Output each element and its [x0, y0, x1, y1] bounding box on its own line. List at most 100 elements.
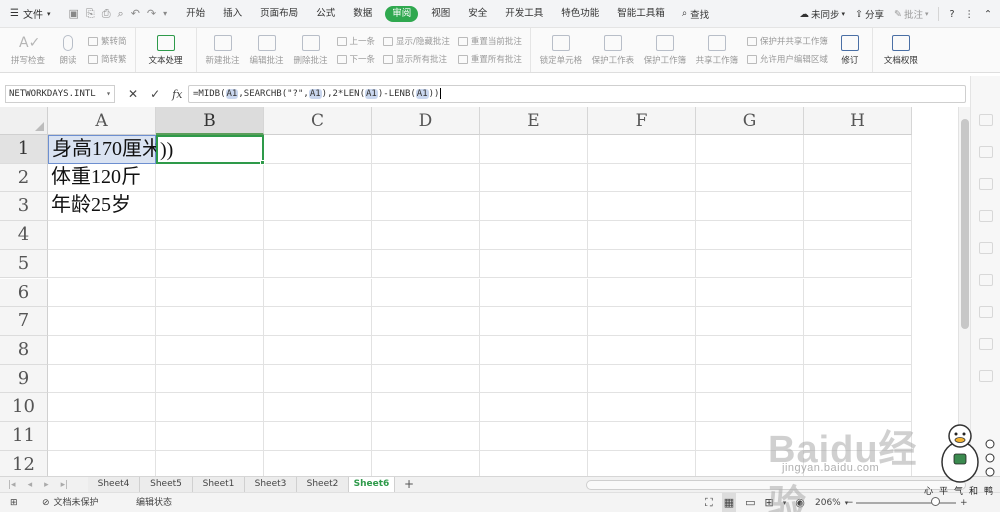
collapse-ribbon-icon[interactable]: ⌃ — [984, 9, 992, 20]
cell-f11[interactable] — [588, 422, 696, 451]
print-preview-icon[interactable]: ⌕ — [118, 7, 124, 21]
column-header[interactable]: H — [804, 107, 912, 135]
cell-e11[interactable] — [480, 422, 588, 451]
side-tool-icon[interactable] — [979, 274, 993, 286]
cell-c3[interactable] — [264, 192, 372, 222]
cell-a3[interactable]: 年龄25岁 — [48, 192, 156, 222]
name-box[interactable]: NETWORKDAYS.INTL ▾ — [5, 85, 115, 103]
cell-h9[interactable] — [804, 364, 912, 394]
cell-f9[interactable] — [588, 364, 696, 394]
undo-icon[interactable]: ↶ — [131, 7, 140, 20]
macro-button[interactable]: ⊞ — [10, 493, 18, 512]
row-header[interactable]: 4 — [0, 221, 48, 250]
sheet-tab[interactable]: Sheet3 — [245, 477, 297, 493]
cell-b3[interactable] — [156, 192, 264, 222]
cell-c9[interactable] — [264, 364, 372, 394]
cell-h6[interactable] — [804, 278, 912, 308]
vertical-scroll-thumb[interactable] — [961, 119, 969, 329]
simp-to-trad-button[interactable]: 简转繁 — [88, 53, 127, 65]
cell-a2[interactable]: 体重120斤 — [48, 163, 156, 193]
zoom-level[interactable]: 206% ▾ — [815, 493, 848, 512]
cell-a10[interactable] — [48, 393, 156, 422]
cell-b1[interactable]: )) — [156, 135, 264, 164]
page-break-icon[interactable]: ⊞ — [765, 493, 774, 512]
cell-d2[interactable] — [372, 163, 480, 193]
cell-c1[interactable] — [264, 135, 372, 164]
cell-f7[interactable] — [588, 307, 696, 336]
cell-d4[interactable] — [372, 221, 480, 250]
menu-tab[interactable]: 视图 — [422, 0, 459, 28]
cell-c7[interactable] — [264, 307, 372, 336]
cell-h7[interactable] — [804, 307, 912, 336]
next-sheet-icon[interactable]: ▸ — [44, 480, 49, 490]
trad-to-simp-button[interactable]: 繁转简 — [88, 35, 127, 47]
menu-tab[interactable]: 智能工具箱 — [608, 0, 674, 28]
sheet-tab[interactable]: Sheet5 — [140, 477, 193, 493]
cell-d1[interactable] — [372, 135, 480, 164]
protect-workbook-button[interactable]: 保护工作簿 — [639, 28, 691, 72]
cell-d7[interactable] — [372, 307, 480, 336]
cell-b4[interactable] — [156, 221, 264, 250]
cell-h12[interactable] — [804, 450, 912, 476]
add-sheet-icon[interactable]: + — [402, 477, 416, 493]
cell-a11[interactable] — [48, 422, 156, 451]
cell-e3[interactable] — [480, 192, 588, 222]
column-header[interactable]: A — [48, 107, 156, 135]
cell-e8[interactable] — [480, 335, 588, 365]
cell-f1[interactable] — [588, 135, 696, 164]
cell-a7[interactable] — [48, 307, 156, 336]
cell-h5[interactable] — [804, 249, 912, 279]
cell-c6[interactable] — [264, 278, 372, 308]
menu-tab[interactable]: 插入 — [214, 0, 251, 28]
cell-e5[interactable] — [480, 249, 588, 279]
page-layout-icon[interactable]: ▭ — [745, 493, 755, 512]
menu-tab[interactable]: 特色功能 — [552, 0, 608, 28]
cell-c8[interactable] — [264, 335, 372, 365]
side-tool-icon[interactable] — [979, 210, 993, 222]
horizontal-scrollbar[interactable] — [586, 480, 966, 490]
column-header[interactable]: D — [372, 107, 480, 135]
cell-g9[interactable] — [696, 364, 804, 394]
row-header[interactable]: 6 — [0, 278, 48, 308]
cell-a1[interactable]: 身高170厘米 — [48, 135, 162, 164]
print-icon[interactable]: ⎙ — [102, 7, 111, 21]
cell-e10[interactable] — [480, 393, 588, 422]
comment-button[interactable]: ✎ 批注 ▾ — [894, 7, 929, 22]
zoom-slider-handle[interactable] — [931, 497, 940, 506]
sync-button[interactable]: ☁ 未同步 ▾ — [799, 7, 845, 22]
cell-f4[interactable] — [588, 221, 696, 250]
cell-d12[interactable] — [372, 450, 480, 476]
cell-c4[interactable] — [264, 221, 372, 250]
side-tool-icon[interactable] — [979, 370, 993, 382]
help-icon[interactable]: ? — [949, 9, 954, 20]
chevron-down-icon[interactable]: ▾ — [106, 86, 111, 102]
protect-share-workbook-button[interactable]: 保护并共享工作簿 — [746, 35, 828, 47]
eye-protection-icon[interactable]: ◉ — [795, 493, 805, 512]
lock-cell-button[interactable]: 锁定单元格 — [535, 28, 587, 72]
side-tool-icon[interactable] — [979, 114, 993, 126]
side-tool-icon[interactable] — [979, 146, 993, 158]
row-header[interactable]: 2 — [0, 163, 48, 193]
cell-d6[interactable] — [372, 278, 480, 308]
cell-a9[interactable] — [48, 364, 156, 394]
cell-f6[interactable] — [588, 278, 696, 308]
side-tool-icon[interactable] — [979, 338, 993, 350]
row-header[interactable]: 11 — [0, 422, 48, 451]
cell-b5[interactable] — [156, 249, 264, 279]
menu-tab[interactable]: 公式 — [307, 0, 344, 28]
edit-comment-button[interactable]: 编辑批注 — [245, 28, 289, 72]
cell-b8[interactable] — [156, 335, 264, 365]
cell-d8[interactable] — [372, 335, 480, 365]
cell-g10[interactable] — [696, 393, 804, 422]
cell-b6[interactable] — [156, 278, 264, 308]
cell-a8[interactable] — [48, 335, 156, 365]
menu-tab[interactable]: 页面布局 — [251, 0, 307, 28]
cell-f8[interactable] — [588, 335, 696, 365]
read-aloud-button[interactable]: 朗读 — [52, 28, 84, 72]
share-workbook-button[interactable]: 共享工作簿 — [691, 28, 743, 72]
cell-a5[interactable] — [48, 249, 156, 279]
cell-d11[interactable] — [372, 422, 480, 451]
show-hide-comment-button[interactable]: 显示/隐藏批注 — [383, 35, 450, 47]
column-header[interactable]: B — [156, 107, 264, 135]
cell-e1[interactable] — [480, 135, 588, 164]
